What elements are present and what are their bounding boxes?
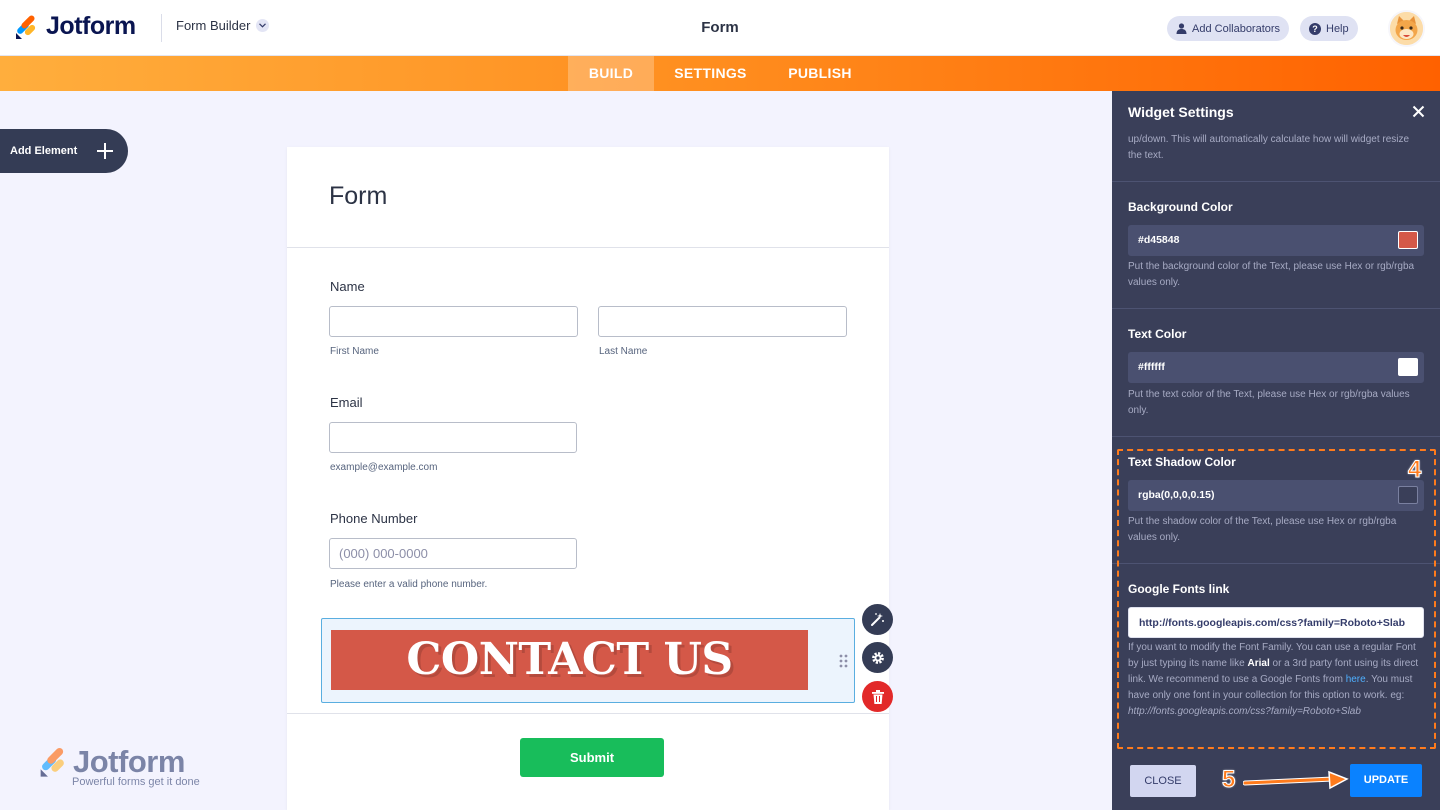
help-icon: ? [1309, 22, 1321, 35]
form-builder-dropdown[interactable]: Form Builder [176, 18, 270, 33]
widget-settings-panel: Widget Settings up/down. This will autom… [1112, 91, 1440, 810]
form-builder-label: Form Builder [176, 18, 251, 33]
background-color-help: Put the background color of the Text, pl… [1128, 261, 1415, 288]
submit-button[interactable]: Submit [520, 738, 664, 777]
add-element-button[interactable]: Add Element [0, 129, 128, 173]
help-button[interactable]: ? Help [1300, 16, 1358, 41]
text-shadow-color-help: Put the shadow color of the Text, please… [1128, 516, 1397, 543]
arrow-right-icon [1243, 770, 1349, 790]
form-heading[interactable]: Form [329, 182, 387, 211]
annotation-step-4: 4 [1407, 456, 1422, 484]
add-collaborators-label: Add Collaborators [1192, 22, 1281, 35]
email-label: Email [330, 395, 363, 410]
trash-icon [871, 689, 884, 704]
phone-sublabel: Please enter a valid phone number. [330, 579, 488, 590]
divider [1112, 181, 1440, 182]
email-input[interactable] [329, 422, 577, 453]
first-name-input[interactable] [329, 306, 578, 337]
text-shadow-color-swatch[interactable] [1398, 486, 1418, 504]
google-fonts-here-link[interactable]: here [1346, 674, 1366, 685]
text-color-label: Text Color [1128, 327, 1187, 341]
close-icon[interactable] [1412, 105, 1425, 118]
top-bar: Jotform Form Builder Form Add Collaborat… [0, 0, 1440, 56]
text-color-swatch[interactable] [1398, 358, 1418, 376]
google-fonts-label: Google Fonts link [1128, 582, 1230, 596]
name-label: Name [330, 279, 365, 294]
update-button[interactable]: UPDATE [1350, 764, 1422, 797]
text-widget-selected[interactable]: CONTACT US [321, 618, 855, 703]
text-color-help: Put the text color of the Text, please u… [1128, 389, 1410, 416]
divider [1112, 308, 1440, 309]
contact-us-banner: CONTACT US [331, 630, 808, 690]
user-icon [1176, 23, 1187, 34]
jotform-logo-icon [16, 14, 36, 39]
help-text-bold: Arial [1247, 658, 1270, 669]
tab-build[interactable]: BUILD [568, 56, 654, 91]
add-element-label: Add Element [10, 145, 78, 157]
nav-bar: BUILD SETTINGS PUBLISH [0, 56, 1440, 91]
panel-header: Widget Settings [1112, 91, 1440, 133]
jotform-logo-icon [40, 747, 64, 777]
magic-wand-icon [871, 613, 884, 626]
google-fonts-help: If you want to modify the Font Family. Y… [1128, 640, 1424, 720]
jotform-logo[interactable]: Jotform [14, 12, 136, 41]
email-sublabel: example@example.com [330, 462, 438, 473]
divider [1112, 563, 1440, 564]
svg-text:?: ? [1312, 24, 1318, 34]
chevron-down-icon [256, 19, 270, 32]
plus-icon [97, 143, 113, 159]
background-color-label: Background Color [1128, 200, 1233, 214]
jotform-watermark: Jotform Powerful forms get it done [37, 744, 200, 788]
avatar[interactable] [1388, 10, 1425, 47]
tab-settings[interactable]: SETTINGS [663, 56, 758, 91]
text-color-input[interactable]: #ffffff [1128, 352, 1424, 383]
text-shadow-color-label: Text Shadow Color [1128, 455, 1236, 469]
panel-title: Widget Settings [1128, 104, 1234, 120]
phone-input[interactable]: (000) 000-0000 [329, 538, 577, 569]
annotation-step-5: 5 [1221, 766, 1236, 794]
watermark-brand: Jotform [73, 744, 185, 779]
google-fonts-input[interactable]: http://fonts.googleapis.com/css?family=R… [1128, 607, 1424, 638]
text-shadow-color-input[interactable]: rgba(0,0,0,0.15) [1128, 480, 1424, 511]
drag-handle-icon[interactable] [839, 654, 848, 668]
tab-publish[interactable]: PUBLISH [775, 56, 865, 91]
delete-button[interactable] [862, 681, 893, 712]
divider [1112, 436, 1440, 437]
watermark-tagline: Powerful forms get it done [72, 776, 200, 788]
divider [161, 14, 162, 42]
brand-name: Jotform [46, 12, 136, 40]
divider [287, 247, 889, 248]
partial-help-text: up/down. This will automatically calcula… [1128, 134, 1410, 161]
last-name-input[interactable] [598, 306, 847, 337]
first-name-sublabel: First Name [330, 346, 379, 357]
background-color-swatch[interactable] [1398, 231, 1418, 249]
form-canvas: Form Name First Name Last Name Email exa… [287, 147, 893, 810]
close-button[interactable]: CLOSE [1130, 765, 1196, 797]
help-label: Help [1326, 22, 1349, 35]
last-name-sublabel: Last Name [599, 346, 648, 357]
divider [287, 713, 889, 714]
wand-button[interactable] [862, 604, 893, 635]
add-collaborators-button[interactable]: Add Collaborators [1167, 16, 1290, 41]
phone-label: Phone Number [330, 511, 418, 526]
settings-button[interactable] [862, 642, 893, 673]
gear-icon [871, 651, 884, 664]
background-color-input[interactable]: #d45848 [1128, 225, 1424, 256]
help-text-example: http://fonts.googleapis.com/css?family=R… [1128, 706, 1361, 717]
